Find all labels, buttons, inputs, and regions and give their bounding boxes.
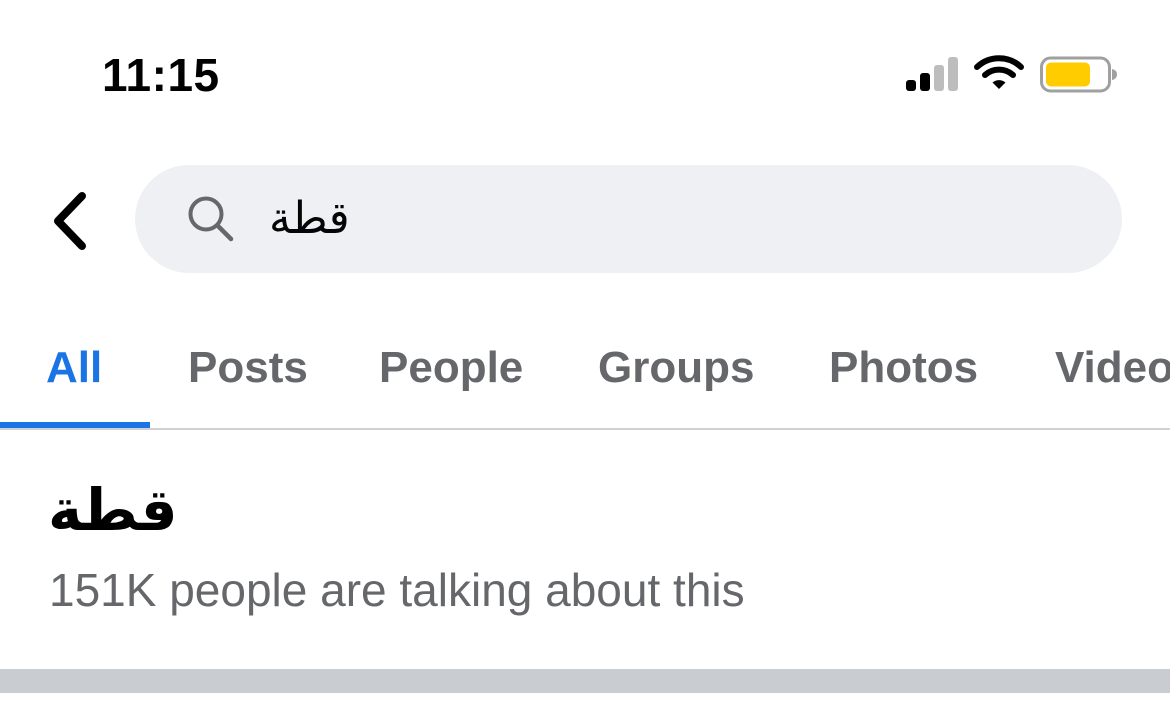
tab-people[interactable]: People xyxy=(379,340,523,396)
back-button[interactable] xyxy=(44,186,100,256)
battery-icon xyxy=(1040,56,1117,93)
section-separator xyxy=(0,669,1170,693)
cellular-signal-icon xyxy=(906,57,958,91)
search-filter-tabs: All Posts People Groups Photos Videos xyxy=(0,330,1170,430)
tab-posts[interactable]: Posts xyxy=(188,340,308,396)
search-icon xyxy=(188,196,234,242)
search-input[interactable]: قطة xyxy=(269,189,350,249)
search-bar[interactable]: قطة xyxy=(135,165,1122,273)
result-subtitle: 151K people are talking about this xyxy=(49,564,745,616)
tab-groups[interactable]: Groups xyxy=(598,340,754,396)
chevron-left-icon xyxy=(54,192,86,250)
status-time: 11:15 xyxy=(102,49,220,101)
wifi-icon xyxy=(974,55,1024,89)
tabs-divider xyxy=(0,428,1170,430)
result-title[interactable]: قطة xyxy=(48,470,178,550)
tab-photos[interactable]: Photos xyxy=(829,340,978,396)
tab-all[interactable]: All xyxy=(46,340,102,396)
tab-videos[interactable]: Videos xyxy=(1055,340,1170,396)
